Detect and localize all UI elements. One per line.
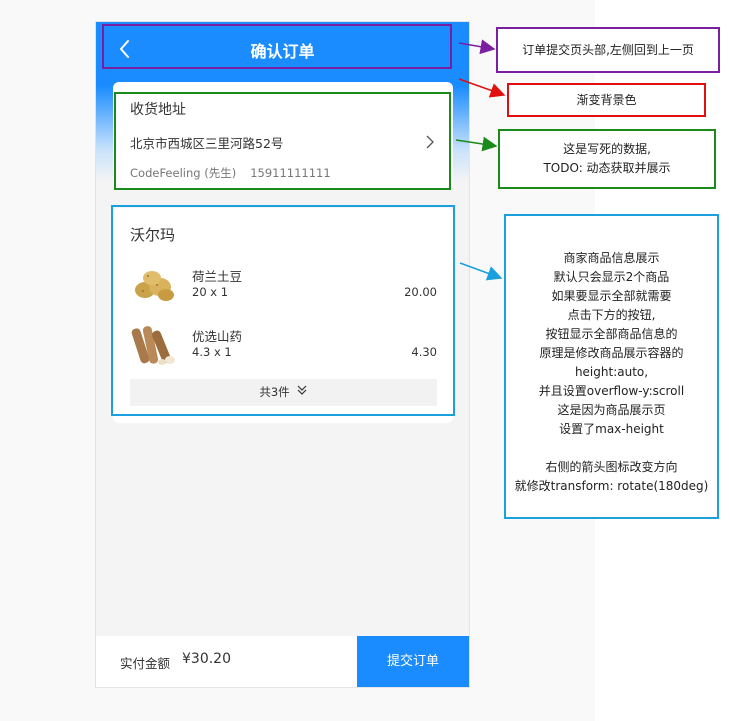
goods-note-line: 设置了max-height	[559, 422, 664, 436]
address-note-line: TODO: 动态获取并展示	[543, 161, 671, 175]
total-label: 实付金额	[120, 656, 171, 671]
goods-note-line: 如果要显示全部就需要	[551, 289, 672, 303]
goods-note-line: 并且设置overflow-y:scroll	[538, 384, 685, 398]
header-highlight	[102, 24, 452, 69]
goods-note-line: 这是因为商品展示页	[557, 403, 666, 417]
goods-note-line: 按钮显示全部商品信息的	[545, 327, 678, 341]
goods-note-line: 原理是修改商品展示容器的	[539, 346, 684, 360]
address-note-line: 这是写死的数据,	[563, 142, 651, 156]
address-note: 这是写死的数据, TODO: 动态获取并展示	[498, 129, 716, 189]
total-value: ¥30.20	[182, 651, 231, 667]
goods-note-line: 商家商品信息展示	[563, 251, 660, 265]
submit-order-button[interactable]: 提交订单	[357, 636, 469, 687]
goods-note-line: 默认只会显示2个商品	[553, 270, 670, 284]
goods-note-line: 点击下方的按钮,	[567, 308, 656, 322]
goods-note-line: 右侧的箭头图标改变方向	[545, 460, 678, 474]
goods-highlight	[111, 205, 455, 416]
gradient-note: 渐变背景色	[507, 83, 706, 117]
goods-note-line: height:auto,	[574, 365, 649, 379]
goods-note: 商家商品信息展示 默认只会显示2个商品 如果要显示全部就需要 点击下方的按钮, …	[504, 214, 719, 519]
address-highlight	[114, 92, 451, 190]
header-note: 订单提交页头部,左侧回到上一页	[496, 27, 720, 73]
order-footer: 实付金额 ¥30.20 提交订单	[96, 636, 469, 687]
goods-note-line: 就修改transform: rotate(180deg)	[514, 479, 709, 493]
